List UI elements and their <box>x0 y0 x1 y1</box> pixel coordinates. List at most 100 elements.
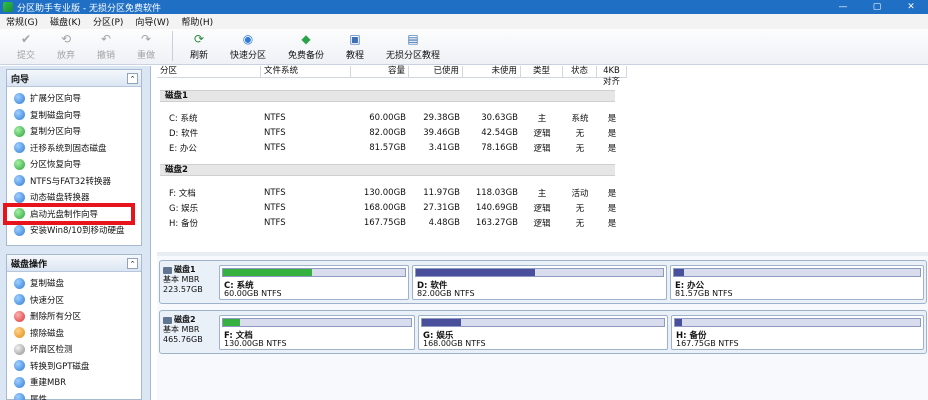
table-row[interactable]: G: 娱乐 NTFS 168.00GB 27.31GB 140.69GB 逻辑 … <box>157 200 627 215</box>
nav-label: 扩展分区向导 <box>30 94 82 105</box>
apply-button[interactable]: ✔ 提交 <box>6 29 46 63</box>
cell-type: 逻辑 <box>533 128 551 139</box>
tutorial-button[interactable]: ▣ 教程 <box>335 29 375 63</box>
undo-label: 撤销 <box>96 51 115 61</box>
wizard-header-label: 向导 <box>11 74 30 85</box>
table-row[interactable]: F: 文档 NTFS 130.00GB 11.97GB 118.03GB 主 活… <box>157 185 627 200</box>
collapse-wizard-button[interactable]: ⌃ <box>127 73 138 84</box>
partition-block[interactable]: E: 办公 81.57GB NTFS <box>670 265 924 300</box>
usage-bar <box>415 268 664 277</box>
window-title: 分区助手专业版 - 无损分区免费软件 <box>17 3 161 14</box>
disk-operations-header[interactable]: 磁盘操作 ⌃ <box>7 255 141 272</box>
col-partition[interactable]: 分区 <box>157 66 261 77</box>
cell-capacity: 168.00GB <box>363 202 406 213</box>
table-row[interactable]: C: 系统 NTFS 60.00GB 29.38GB 30.63GB 主 系统 … <box>157 110 627 125</box>
refresh-button[interactable]: ⟳ 刷新 <box>179 29 219 63</box>
table-row[interactable]: D: 软件 NTFS 82.00GB 39.46GB 42.54GB 逻辑 无 … <box>157 125 627 140</box>
wizard-ntfs-fat32-converter[interactable]: NTFS与FAT32转换器 <box>7 173 141 190</box>
op-quick-partition[interactable]: 快速分区 <box>7 292 141 309</box>
toolbar-divider <box>172 31 173 61</box>
op-rebuild-mbr[interactable]: 重建MBR <box>7 374 141 391</box>
tutorial-icon: ▣ <box>349 32 361 46</box>
migrate-icon <box>14 142 25 154</box>
col-status[interactable]: 状态 <box>563 66 597 77</box>
disk-group-header[interactable]: 磁盘2 <box>160 164 615 176</box>
partition-block[interactable]: H: 备份 167.75GB NTFS <box>671 315 924 350</box>
wizard-migrate-os-ssd[interactable]: 迁移系统到固态磁盘 <box>7 140 141 157</box>
cell-used: 3.41GB <box>428 142 460 153</box>
cell-status: 活动 <box>571 188 589 199</box>
discard-button[interactable]: ⟲ 放弃 <box>46 29 86 63</box>
cell-partition: G: 娱乐 <box>169 203 199 214</box>
cell-used: 4.48GB <box>428 217 460 228</box>
lossless-tutorial-button[interactable]: ▤ 无损分区教程 <box>375 29 451 63</box>
free-backup-button[interactable]: ◆ 免费备份 <box>277 29 335 63</box>
quick-partition-icon: ◉ <box>242 32 254 46</box>
col-unused[interactable]: 未使用 <box>463 66 521 77</box>
op-properties[interactable]: 属性 <box>7 391 141 400</box>
usage-fill <box>223 319 240 326</box>
maximize-button[interactable]: ▢ <box>860 0 894 14</box>
partition-block[interactable]: D: 软件 82.00GB NTFS <box>412 265 667 300</box>
menu-wizard[interactable]: 向导(W) <box>129 15 175 28</box>
usage-fill <box>674 269 684 276</box>
cell-capacity: 81.57GB <box>369 142 406 153</box>
refresh-label: 刷新 <box>189 51 208 61</box>
convert-icon <box>14 360 25 372</box>
properties-icon <box>14 393 25 400</box>
cell-used: 29.38GB <box>423 112 460 123</box>
cell-type: 主 <box>537 113 547 124</box>
wizard-partition-recovery[interactable]: 分区恢复向导 <box>7 156 141 173</box>
book-icon: ▤ <box>407 32 419 46</box>
op-copy-disk[interactable]: 复制磁盘 <box>7 275 141 292</box>
apply-label: 提交 <box>16 51 35 61</box>
partition-block[interactable]: G: 娱乐 168.00GB NTFS <box>418 315 668 350</box>
disk-label: 磁盘2 基本 MBR 465.76GB <box>163 315 215 345</box>
wizard-header[interactable]: 向导 ⌃ <box>7 70 141 87</box>
disk-group-header[interactable]: 磁盘1 <box>160 90 615 102</box>
menu-help[interactable]: 帮助(H) <box>175 15 219 28</box>
minimize-button[interactable]: — <box>826 0 860 14</box>
cell-aligned: 是 <box>607 203 617 214</box>
quick-partition-label: 快速分区 <box>229 51 266 61</box>
op-convert-gpt[interactable]: 转换到GPT磁盘 <box>7 358 141 375</box>
col-capacity[interactable]: 容量 <box>351 66 409 77</box>
op-bad-sector-check[interactable]: 坏扇区检测 <box>7 341 141 358</box>
disk-map-disk1[interactable]: 磁盘1 基本 MBR 223.57GB C: 系统 60.00GB NTFS D… <box>159 260 927 304</box>
windows-icon <box>14 224 25 236</box>
delete-icon <box>14 310 25 322</box>
partition-block[interactable]: C: 系统 60.00GB NTFS <box>219 265 409 300</box>
menu-partition[interactable]: 分区(P) <box>87 15 129 28</box>
discard-label: 放弃 <box>56 51 75 61</box>
undo-button[interactable]: ↶ 撤销 <box>86 29 126 63</box>
nav-label: 安装Win8/10到移动硬盘 <box>30 226 125 237</box>
left-panel: 向导 ⌃ 扩展分区向导 复制磁盘向导 复制分区向导 迁移系统到固态磁盘 分区恢复… <box>0 66 151 400</box>
wizard-copy-partition[interactable]: 复制分区向导 <box>7 123 141 140</box>
quick-partition-button[interactable]: ◉ 快速分区 <box>219 29 277 63</box>
wizard-extend-partition[interactable]: 扩展分区向导 <box>7 90 141 107</box>
partition-list: 分区 文件系统 容量 已使用 未使用 类型 状态 4KB对齐 磁盘1 C: 系统… <box>157 66 928 252</box>
table-row[interactable]: H: 备份 NTFS 167.75GB 4.48GB 163.27GB 逻辑 无… <box>157 215 627 230</box>
collapse-disk-ops-button[interactable]: ⌃ <box>127 258 138 269</box>
menu-general[interactable]: 常规(G) <box>0 15 44 28</box>
partition-info: 60.00GB NTFS <box>224 289 282 298</box>
usage-bar <box>674 318 921 327</box>
close-button[interactable]: ✕ <box>894 0 928 14</box>
cell-unused: 30.63GB <box>481 112 518 123</box>
wizard-copy-disk[interactable]: 复制磁盘向导 <box>7 107 141 124</box>
col-filesystem[interactable]: 文件系统 <box>261 66 351 77</box>
col-used[interactable]: 已使用 <box>409 66 463 77</box>
convert-icon <box>14 175 25 187</box>
col-4k-aligned[interactable]: 4KB对齐 <box>597 66 627 87</box>
menu-disk[interactable]: 磁盘(K) <box>44 15 87 28</box>
cell-status: 无 <box>575 203 585 214</box>
partition-block[interactable]: F: 文档 130.00GB NTFS <box>219 315 415 350</box>
table-row[interactable]: E: 办公 NTFS 81.57GB 3.41GB 78.16GB 逻辑 无 是 <box>157 140 627 155</box>
disk-map-disk2[interactable]: 磁盘2 基本 MBR 465.76GB F: 文档 130.00GB NTFS … <box>159 310 927 354</box>
op-delete-all-partitions[interactable]: 删除所有分区 <box>7 308 141 325</box>
col-type[interactable]: 类型 <box>521 66 563 77</box>
redo-button[interactable]: ↷ 重做 <box>126 29 166 63</box>
cell-status: 无 <box>575 128 585 139</box>
refresh-icon: ⟳ <box>193 32 205 46</box>
op-wipe-disk[interactable]: 擦除磁盘 <box>7 325 141 342</box>
